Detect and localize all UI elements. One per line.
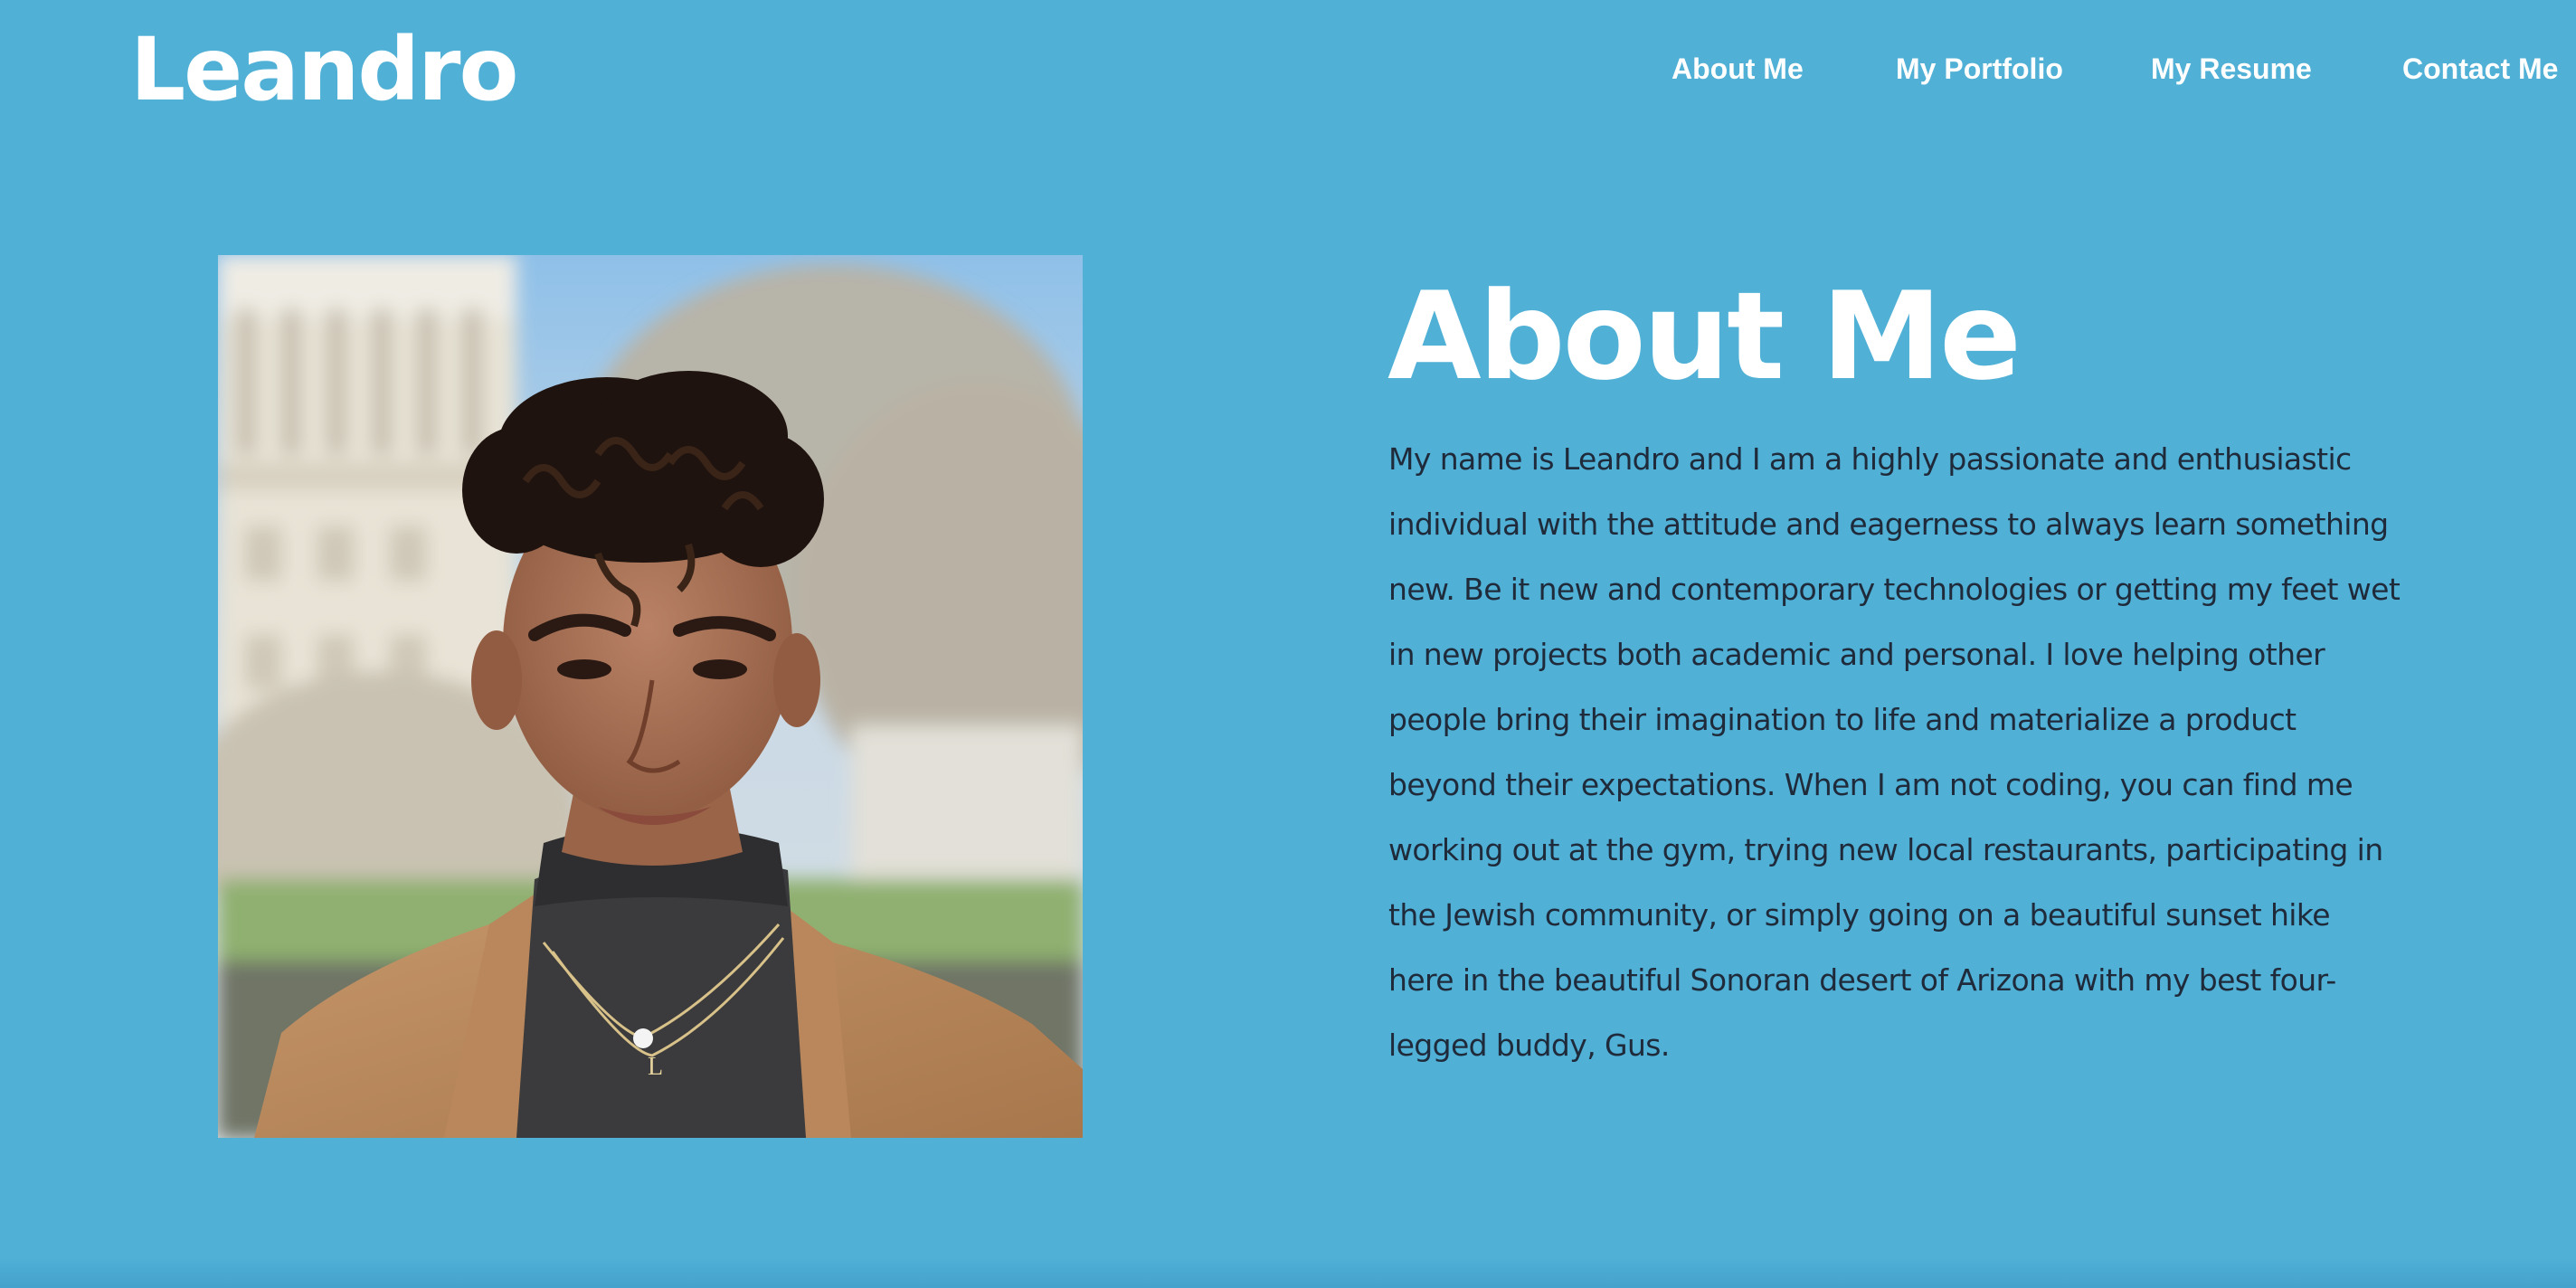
- nav-about-me[interactable]: About Me: [1672, 47, 1804, 90]
- main-nav: About Me My Portfolio My Resume Contact …: [1672, 47, 2576, 92]
- page: Leandro About Me My Portfolio My Resume …: [0, 0, 2576, 1288]
- nav-contact-me[interactable]: Contact Me: [2402, 47, 2558, 90]
- nav-my-portfolio[interactable]: My Portfolio: [1896, 47, 2063, 90]
- about-paragraph: My name is Leandro and I am a highly pas…: [1388, 441, 2401, 1063]
- brand-logo-link[interactable]: Leandro: [130, 20, 518, 119]
- svg-text:L: L: [648, 1053, 663, 1081]
- profile-photo: L: [218, 255, 1083, 1138]
- nav-my-resume[interactable]: My Resume: [2151, 47, 2312, 90]
- about-heading: About Me: [1387, 266, 2022, 407]
